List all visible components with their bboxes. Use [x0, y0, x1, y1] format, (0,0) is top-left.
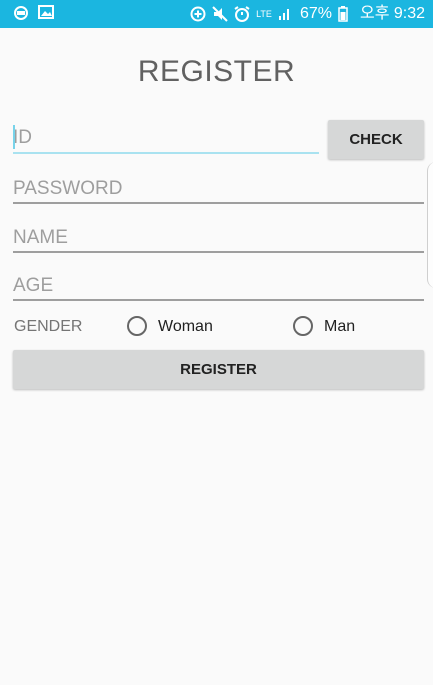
password-input-underline [13, 202, 424, 204]
page-title: REGISTER [137, 55, 296, 88]
network-type-label: LTE [256, 9, 272, 19]
check-button[interactable]: CHECK [328, 120, 424, 159]
image-icon [38, 5, 54, 21]
register-button[interactable]: REGISTER [13, 350, 424, 389]
radio-woman-label[interactable]: Woman [158, 318, 213, 336]
age-input-underline [13, 299, 424, 301]
id-input-underline [13, 152, 319, 154]
battery-percentage: 67% [299, 5, 332, 22]
edge-panel-handle[interactable] [427, 162, 433, 288]
battery-icon [338, 6, 354, 22]
radio-man-label[interactable]: Man [324, 318, 355, 336]
notification-icon [12, 5, 28, 21]
password-input[interactable] [13, 174, 413, 204]
mute-icon [212, 6, 228, 22]
gender-label: GENDER [14, 318, 83, 335]
clock: 오후 9:32 [359, 5, 425, 22]
alarm-icon [234, 6, 250, 22]
age-input[interactable] [13, 271, 413, 301]
signal-icon [278, 6, 294, 22]
radio-woman[interactable] [127, 316, 147, 336]
text-cursor [13, 125, 15, 149]
name-input[interactable] [13, 223, 413, 253]
name-input-underline [13, 251, 424, 253]
status-bar: LTE 67% 오후 9:32 [0, 0, 433, 28]
data-saver-icon [190, 6, 206, 22]
radio-man[interactable] [293, 316, 313, 336]
id-input[interactable] [13, 123, 313, 153]
